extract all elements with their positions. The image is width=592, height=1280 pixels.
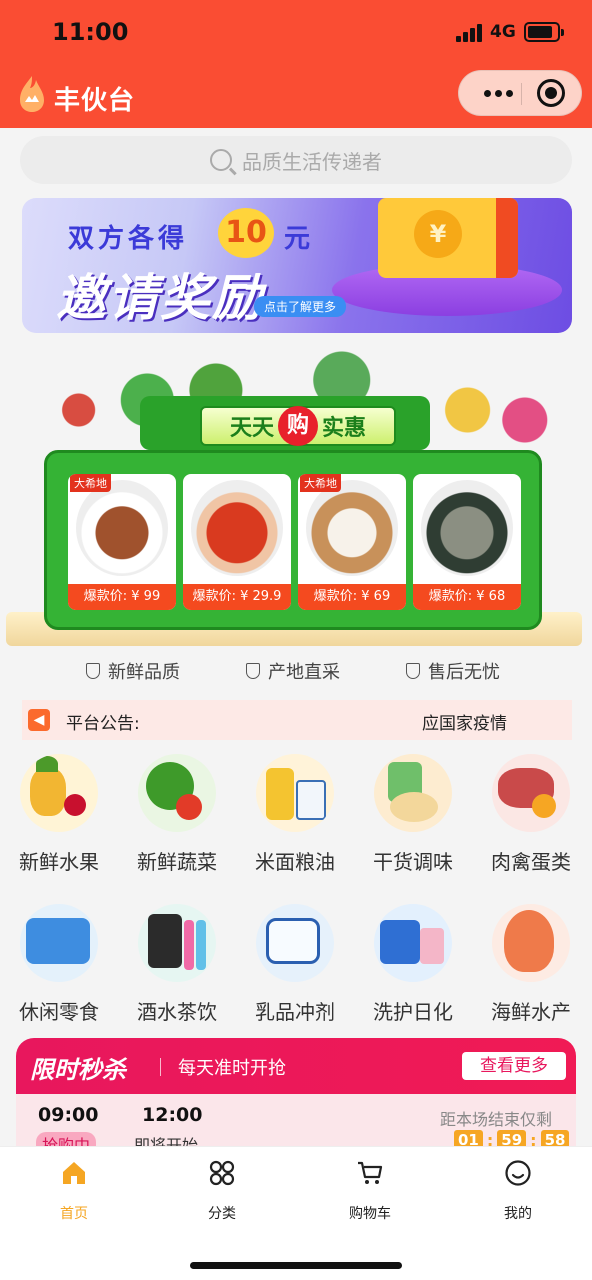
shield-icon (406, 663, 420, 679)
category-snacks[interactable]: 休闲零食 (0, 902, 118, 1032)
bottom-tab-bar: 首页 分类 购物车 我的 (0, 1146, 592, 1280)
slot-time[interactable]: 09:00 (38, 1104, 98, 1126)
wallet-icon: ¥ (378, 198, 518, 278)
deal-product-card[interactable]: 爆款价: ¥ 29.9 (183, 474, 291, 610)
grain-oil-icon (256, 754, 334, 832)
platform-notice[interactable]: ◀ 平台公告: 应国家疫情 (22, 700, 572, 740)
deal-price: 爆款价: ¥ 29.9 (183, 584, 291, 610)
speaker-icon: ◀ (28, 709, 50, 731)
tab-cart[interactable]: 购物车 (296, 1157, 444, 1227)
flash-sale-section: 限时秒杀 每天准时开抢 查看更多 09:00 抢购中 12:00 即将开始 距本… (16, 1038, 576, 1148)
search-input[interactable]: 品质生活传递者 (20, 136, 572, 184)
home-indicator[interactable] (190, 1262, 402, 1269)
category-fresh-fruit[interactable]: 新鲜水果 (0, 752, 118, 882)
category-grain-oil[interactable]: 米面粮油 (236, 752, 354, 882)
app-logo-icon (20, 76, 44, 112)
banner-unit: 元 (284, 224, 311, 254)
cart-icon (358, 1161, 383, 1184)
notice-text: 应国家疫情 (422, 714, 507, 734)
vegetable-icon (138, 754, 216, 832)
status-time: 11:00 (52, 18, 129, 46)
category-grid: 新鲜水果 新鲜蔬菜 米面粮油 干货调味 肉禽蛋类 休闲零食 酒水茶饮 乳品冲剂 … (0, 752, 592, 1032)
category-seafood[interactable]: 海鲜水产 (472, 902, 590, 1032)
invite-reward-banner[interactable]: ¥ 双方各得 10 元 邀请奖励 点击了解更多 (22, 198, 572, 333)
signal-icon (456, 24, 484, 42)
search-icon (210, 149, 232, 171)
category-fresh-vegetable[interactable]: 新鲜蔬菜 (118, 752, 236, 882)
banner-headline: 邀请奖励 (56, 269, 264, 327)
search-placeholder: 品质生活传递者 (242, 149, 382, 174)
hotpot-image (191, 480, 283, 576)
deal-product-card[interactable]: 大希地 爆款价: ¥ 69 (298, 474, 406, 610)
view-more-button[interactable]: 查看更多 (462, 1052, 566, 1080)
fruit-icon (20, 754, 98, 832)
meat-egg-icon (492, 754, 570, 832)
deal-price: 爆款价: ¥ 99 (68, 584, 176, 610)
tab-profile[interactable]: 我的 (444, 1157, 592, 1227)
fish-fillet-image (306, 480, 398, 576)
seafood-icon (492, 904, 570, 982)
category-toiletries[interactable]: 洗护日化 (354, 902, 472, 1032)
feature-item: 产地直采 (246, 658, 340, 684)
tab-category[interactable]: 分类 (148, 1157, 296, 1227)
toiletry-icon (374, 904, 452, 982)
drink-icon (138, 904, 216, 982)
meatball-image (421, 480, 513, 576)
category-dairy[interactable]: 乳品冲剂 (236, 902, 354, 1032)
app-title: 丰伙台 (54, 86, 136, 116)
service-features: 新鲜品质 产地直采 售后无忧 (0, 658, 592, 686)
snack-icon (20, 904, 98, 982)
status-bar: 11:00 4G (0, 0, 592, 64)
deal-product-card[interactable]: 大希地 爆款价: ¥ 99 (68, 474, 176, 610)
feature-item: 新鲜品质 (86, 658, 180, 684)
home-icon (63, 1162, 85, 1184)
daily-deals-section: 天天 购 实惠 大希地 爆款价: ¥ 99 爆款价: ¥ 29.9 大希地 爆款… (0, 340, 592, 650)
flash-sale-title: 限时秒杀 (30, 1056, 126, 1084)
close-mini-program-icon[interactable] (537, 79, 565, 107)
deal-price: 爆款价: ¥ 68 (413, 584, 521, 610)
banner-learn-more-button[interactable]: 点击了解更多 (254, 296, 347, 317)
deal-price: 爆款价: ¥ 69 (298, 584, 406, 610)
banner-amount: 10 (218, 208, 274, 258)
mini-program-capsule (458, 70, 582, 116)
network-label: 4G (490, 22, 516, 42)
steak-image (76, 480, 168, 576)
battery-icon (524, 22, 564, 42)
category-dried-seasoning[interactable]: 干货调味 (354, 752, 472, 882)
remain-label: 距本场结束仅剩 (440, 1110, 553, 1129)
header: 11:00 4G 丰伙台 (0, 0, 592, 128)
tab-home[interactable]: 首页 (0, 1157, 148, 1227)
flash-sale-subtitle: 每天准时开抢 (178, 1058, 286, 1079)
category-meat-egg[interactable]: 肉禽蛋类 (472, 752, 590, 882)
category-drinks[interactable]: 酒水茶饮 (118, 902, 236, 1032)
deal-product-card[interactable]: 爆款价: ¥ 68 (413, 474, 521, 610)
more-menu-icon[interactable] (477, 79, 519, 107)
notice-label: 平台公告: (66, 714, 140, 734)
shield-icon (246, 663, 260, 679)
shield-icon (86, 663, 100, 679)
category-icon (209, 1160, 235, 1186)
dairy-icon (256, 904, 334, 982)
banner-line1: 双方各得 (68, 224, 189, 254)
daily-deals-title: 天天 购 实惠 (200, 406, 396, 446)
seasoning-icon (374, 754, 452, 832)
feature-item: 售后无忧 (406, 658, 500, 684)
slot-time[interactable]: 12:00 (142, 1104, 202, 1126)
profile-icon (505, 1160, 531, 1186)
